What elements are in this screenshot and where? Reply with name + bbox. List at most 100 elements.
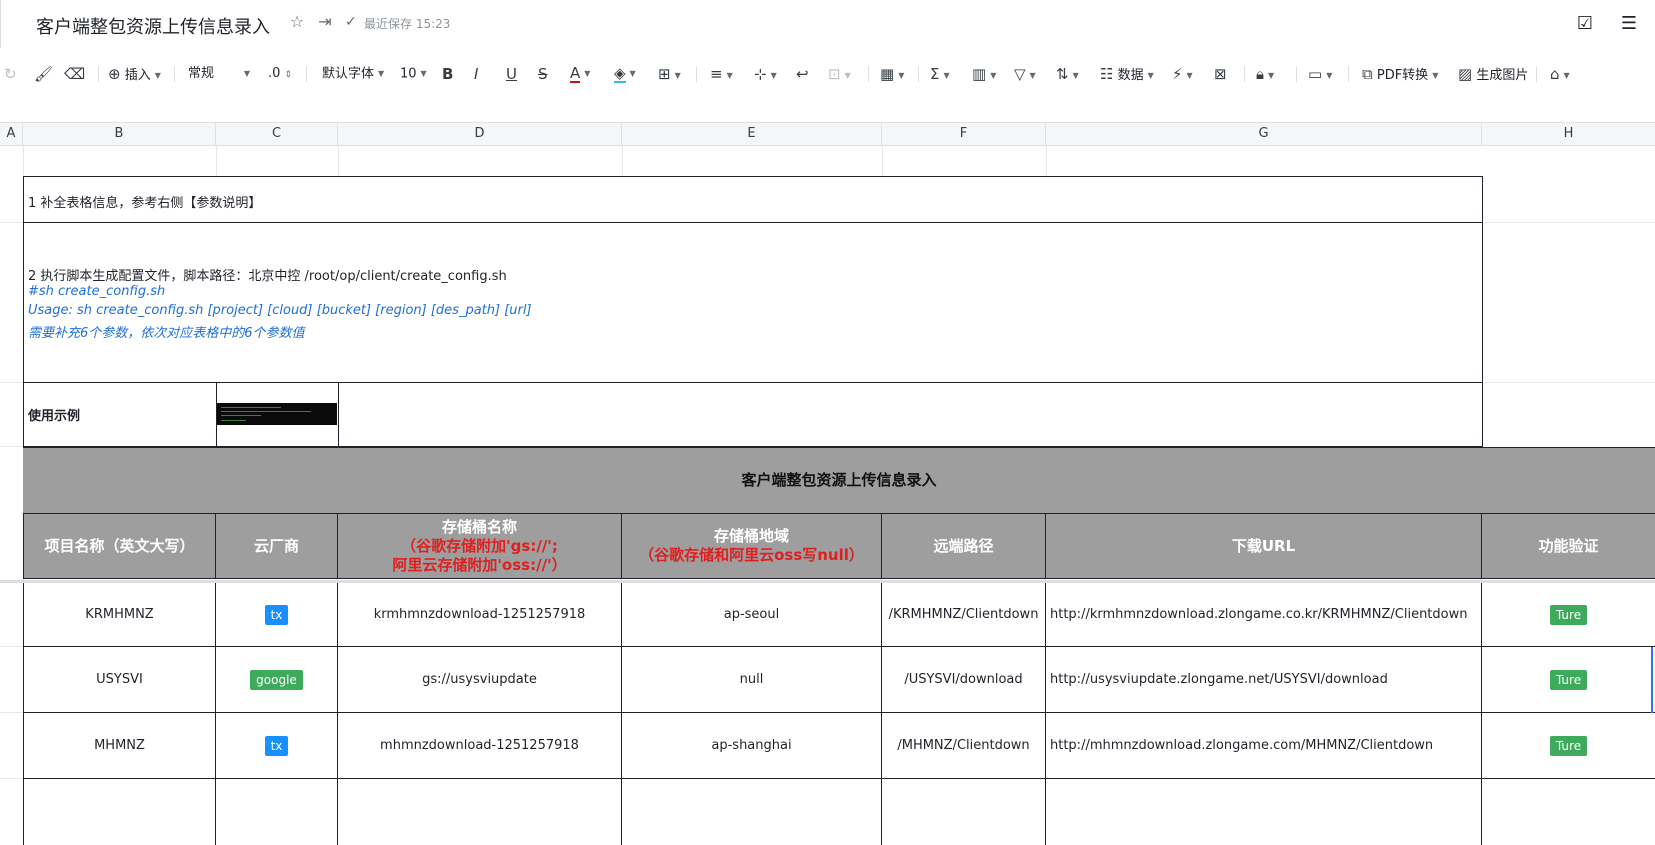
empty-cell[interactable] [1482,779,1655,845]
cell-region[interactable]: ap-shanghai [622,713,882,779]
header-cloud[interactable]: 云厂商 [216,513,338,579]
cell-project[interactable]: MHMNZ [23,713,216,779]
sum-icon[interactable]: Σ ▼ [930,64,950,84]
note-step1-cell[interactable]: 1 补全表格信息，参考右侧【参数说明】 [23,176,1483,223]
cell-verify[interactable]: Ture [1482,713,1655,779]
cell-region[interactable]: ap-seoul [622,583,882,647]
grid-line [216,146,217,176]
grid-line [0,382,23,383]
cell-url[interactable]: http://krmhmnzdownload.zlongame.co.kr/KR… [1046,583,1482,647]
header-url[interactable]: 下载URL [1046,513,1482,579]
header-region[interactable]: 存储桶地域 （谷歌存储和阿里云oss写null） [622,513,882,579]
format-painter-icon[interactable]: 🖌 [34,64,53,84]
view-icon[interactable]: ▭ ▼ [1308,64,1332,84]
insert-button[interactable]: ⊕ 插入 ▼ [108,64,161,84]
column-header-d[interactable]: D [338,123,622,145]
note-step2-cell[interactable]: 2 执行脚本生成配置文件，脚本路径：北京中控 /root/op/client/c… [23,222,1483,383]
lock-icon[interactable]: 🔒︎ ▼ [1256,64,1274,84]
fill-color-icon[interactable]: ◈ ▼ [614,64,636,84]
cell-project[interactable]: USYSVI [23,647,216,713]
column-header-e[interactable]: E [622,123,882,145]
cell-bucket[interactable]: krmhmnzdownload-1251257918 [338,583,622,647]
divider [306,66,307,82]
cell-region[interactable]: null [622,647,882,713]
empty-cell[interactable] [23,779,216,845]
header-path[interactable]: 远端路径 [882,513,1046,579]
empty-cell[interactable] [1046,779,1482,845]
vertical-align-icon[interactable]: ⊹ ▼ [754,64,777,84]
pdf-convert-button[interactable]: ⧉ PDF转换 ▼ [1362,64,1438,84]
plugin-icon[interactable]: ⌂ ▼ [1550,64,1570,84]
move-folder-icon[interactable]: ⇥ [316,13,334,31]
font-family-select[interactable]: 默认字体 ▼ [322,64,384,84]
cell-cloud[interactable]: tx [216,583,338,647]
automation-icon[interactable]: ⚡ ▼ [1172,64,1193,84]
data-menu-button[interactable]: ☷ 数据 ▼ [1100,64,1154,84]
bold-icon[interactable]: B [442,64,453,84]
redo-icon[interactable]: ↻ [4,64,17,84]
chevron-down-icon: ▼ [770,70,777,80]
chevron-down-icon: ▼ [990,70,997,80]
align-left-icon[interactable]: ≡ ▼ [710,64,733,84]
cell-path[interactable]: /MHMNZ/Clientdown [882,713,1046,779]
strikethrough-icon[interactable]: S [538,64,548,84]
empty-cell[interactable] [216,779,338,845]
note-step1: 1 补全表格信息，参考右侧【参数说明】 [28,196,262,211]
header-project[interactable]: 项目名称（英文大写） [23,513,216,579]
conditional-format-icon[interactable]: ▦ ▼ [880,64,904,84]
clear-format-icon[interactable]: ⌫ [64,64,85,84]
column-header-h[interactable]: H [1482,123,1655,145]
filter-icon[interactable]: ▽ ▼ [1014,64,1036,84]
border-icon[interactable]: ⊞ ▼ [658,64,681,84]
cell-verify[interactable]: Ture [1482,583,1655,647]
stepper-arrows-icon: ⇕ [284,70,293,80]
cell-cloud[interactable]: google [216,647,338,713]
underline-icon[interactable]: U [506,64,517,84]
grid-line [882,146,883,176]
review-check-icon[interactable]: ☑ [1574,13,1596,35]
decimal-stepper[interactable]: .0 ⇕ [268,64,292,84]
generate-image-button[interactable]: ▨ 生成图片 [1458,64,1528,84]
number-format-select[interactable]: 常规 ▼ [188,64,250,84]
cell-path[interactable]: /USYSVI/download [882,647,1046,713]
cell-bucket[interactable]: mhmnzdownload-1251257918 [338,713,622,779]
italic-icon[interactable]: I [474,64,478,84]
cell-path[interactable]: /KRMHMNZ/Clientdown [882,583,1046,647]
divider [98,66,99,82]
cell-url[interactable]: http://usysviupdate.zlongame.net/USYSVI/… [1046,647,1482,713]
empty-cell[interactable] [882,779,1046,845]
column-header-a[interactable]: A [0,123,23,145]
cell-cloud[interactable]: tx [216,713,338,779]
empty-cell[interactable] [622,779,882,845]
font-color-icon[interactable]: A ▼ [570,64,590,84]
cell-url[interactable]: http://mhmnzdownload.zlongame.com/MHMNZ/… [1046,713,1482,779]
cell-bucket[interactable]: gs://usysviupdate [338,647,622,713]
header-verify[interactable]: 功能验证 [1482,513,1655,579]
empty-cell[interactable] [338,779,622,845]
sort-icon[interactable]: ⇅ ▼ [1056,64,1079,84]
column-header-b[interactable]: B [23,123,216,145]
divider [0,0,1,48]
header-bucket[interactable]: 存储桶名称 （谷歌存储附加'gs://'; 阿里云存储附加'oss://'） [338,513,622,579]
cloud-tag: tx [264,735,289,756]
chevron-down-icon: ▼ [1267,70,1275,80]
wrap-text-icon[interactable]: ↩ [796,64,809,84]
divider [174,66,175,82]
menu-icon[interactable]: ☰ [1618,13,1640,35]
chart-icon[interactable]: ▥ ▼ [972,64,996,84]
column-header-g[interactable]: G [1046,123,1482,145]
data-icon: ☷ [1100,65,1114,83]
formula-icon[interactable]: ⊠ [1214,64,1227,84]
cell-project[interactable]: KRMHMNZ [23,583,216,647]
cell-verify[interactable]: Ture [1482,647,1655,713]
document-title[interactable]: 客户端整包资源上传信息录入 [36,13,270,39]
table-banner[interactable]: 客户端整包资源上传信息录入 [23,447,1655,513]
merge-cells-icon[interactable]: ⊡ ▼ [828,64,851,84]
font-size-select[interactable]: 10 ▼ [400,64,427,84]
grid-line [1482,382,1655,383]
example-screenshot-image[interactable] [217,403,337,425]
column-header-c[interactable]: C [216,123,338,145]
star-icon[interactable]: ☆ [288,13,306,31]
column-header-f[interactable]: F [882,123,1046,145]
example-label: 使用示例 [28,409,81,424]
